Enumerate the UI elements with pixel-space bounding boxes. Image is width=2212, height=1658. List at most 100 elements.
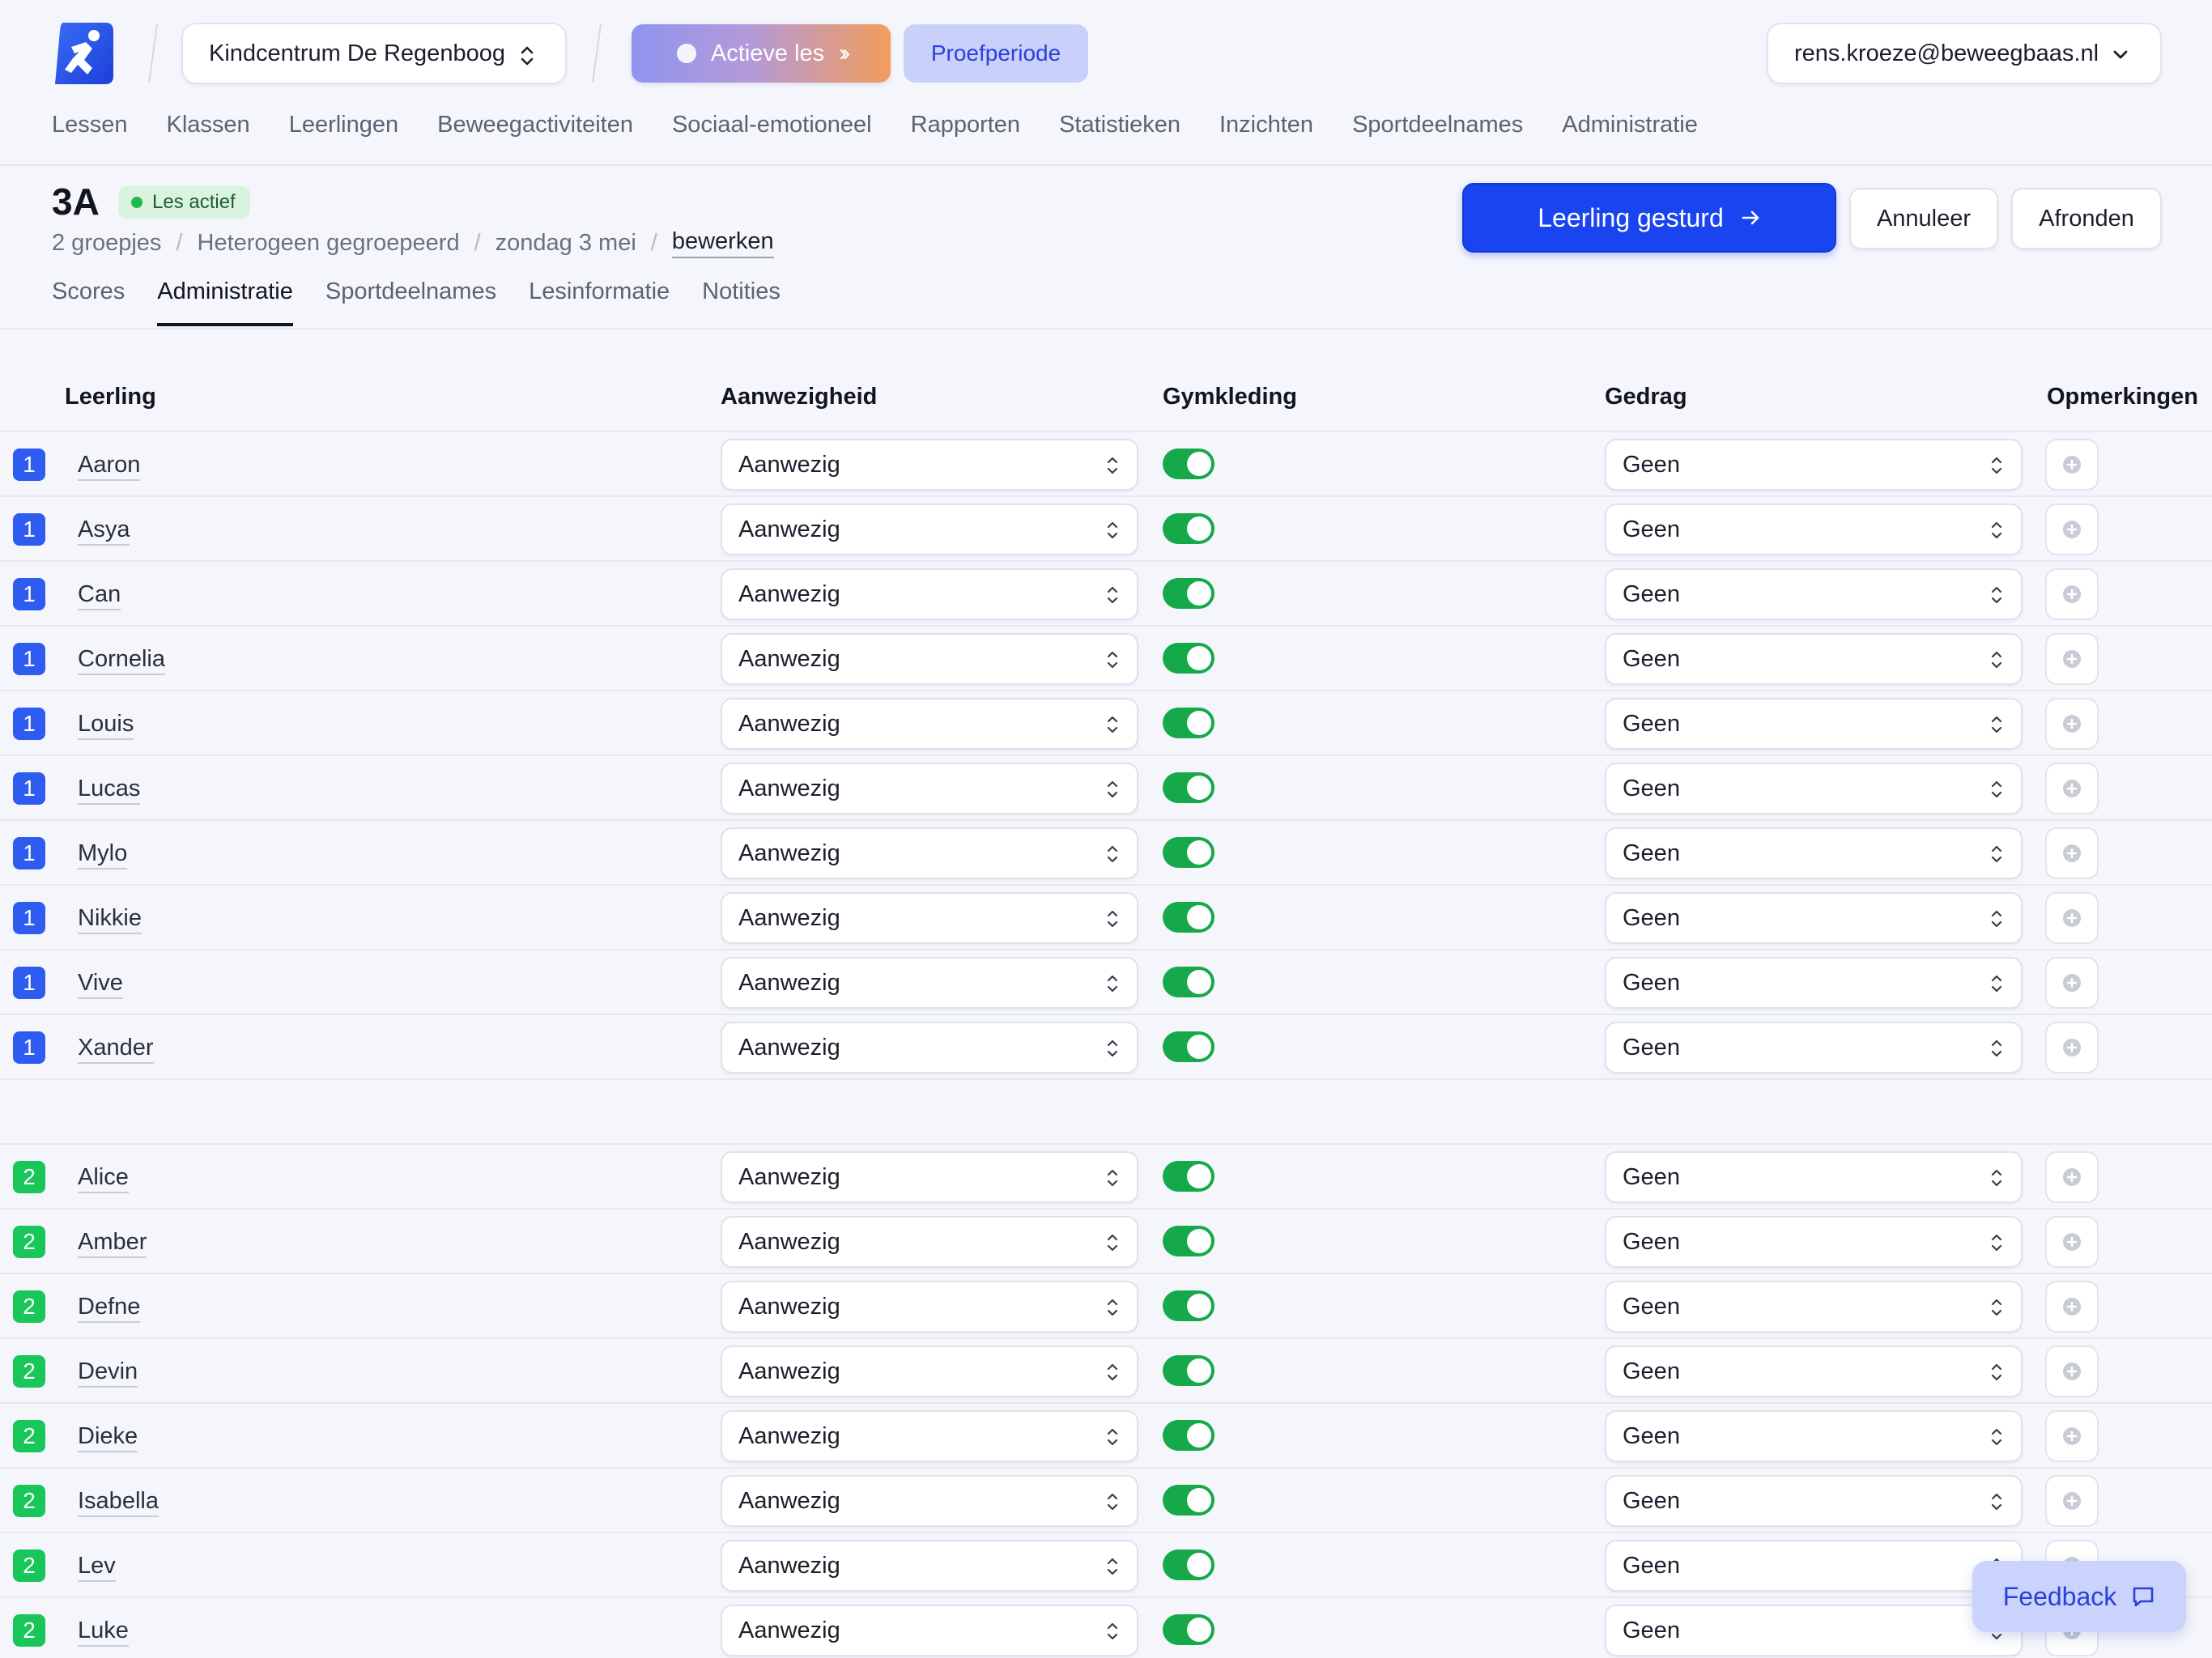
behaviour-select[interactable]: Geen [1605,1540,2023,1592]
behaviour-select[interactable]: Geen [1605,1410,2023,1462]
gym-clothes-toggle[interactable] [1163,578,1214,609]
gym-clothes-toggle[interactable] [1163,513,1214,544]
app-logo[interactable] [52,19,117,87]
edit-link[interactable]: bewerken [671,228,774,258]
attendance-select[interactable]: Aanwezig [721,1410,1138,1462]
add-remark-button[interactable] [2045,568,2099,620]
tab-administratie[interactable]: Administratie [157,278,293,326]
behaviour-select[interactable]: Geen [1605,1216,2023,1268]
behaviour-select[interactable]: Geen [1605,1475,2023,1527]
behaviour-select[interactable]: Geen [1605,827,2023,879]
nav-lessen[interactable]: Lessen [52,112,128,152]
student-name[interactable]: Louis [78,709,134,740]
gym-clothes-toggle[interactable] [1163,1161,1214,1192]
behaviour-select[interactable]: Geen [1605,1346,2023,1397]
student-name[interactable]: Aaron [78,450,141,481]
feedback-button[interactable]: Feedback [1972,1561,2186,1632]
attendance-select[interactable]: Aanwezig [721,763,1138,814]
attendance-select[interactable]: Aanwezig [721,698,1138,750]
nav-sportdeelnames[interactable]: Sportdeelnames [1352,112,1523,152]
add-remark-button[interactable] [2045,1022,2099,1073]
finish-button[interactable]: Afronden [2011,188,2162,249]
add-remark-button[interactable] [2045,1475,2099,1527]
nav-klassen[interactable]: Klassen [167,112,250,152]
student-name[interactable]: Dieke [78,1422,138,1452]
attendance-select[interactable]: Aanwezig [721,1605,1138,1656]
add-remark-button[interactable] [2045,892,2099,944]
attendance-select[interactable]: Aanwezig [721,1540,1138,1592]
student-name[interactable]: Devin [78,1357,138,1388]
student-name[interactable]: Xander [78,1033,154,1064]
behaviour-select[interactable]: Geen [1605,892,2023,944]
add-remark-button[interactable] [2045,504,2099,555]
user-menu[interactable]: rens.kroeze@beweegbaas.nl [1767,23,2162,84]
student-name[interactable]: Amber [78,1227,147,1258]
student-sent-button[interactable]: Leerling gesturd [1462,183,1836,253]
behaviour-select[interactable]: Geen [1605,568,2023,620]
behaviour-select[interactable]: Geen [1605,1151,2023,1203]
add-remark-button[interactable] [2045,763,2099,814]
trial-period-button[interactable]: Proefperiode [904,24,1088,83]
gym-clothes-toggle[interactable] [1163,1290,1214,1321]
attendance-select[interactable]: Aanwezig [721,504,1138,555]
tab-notities[interactable]: Notities [702,278,781,326]
attendance-select[interactable]: Aanwezig [721,1216,1138,1268]
gym-clothes-toggle[interactable] [1163,1485,1214,1516]
attendance-select[interactable]: Aanwezig [721,568,1138,620]
student-name[interactable]: Mylo [78,839,128,869]
student-name[interactable]: Asya [78,515,130,546]
tab-lesinformatie[interactable]: Lesinformatie [529,278,670,326]
gym-clothes-toggle[interactable] [1163,643,1214,674]
gym-clothes-toggle[interactable] [1163,449,1214,479]
add-remark-button[interactable] [2045,1346,2099,1397]
behaviour-select[interactable]: Geen [1605,957,2023,1009]
nav-administratie[interactable]: Administratie [1562,112,1698,152]
cancel-button[interactable]: Annuleer [1849,188,1998,249]
behaviour-select[interactable]: Geen [1605,504,2023,555]
nav-inzichten[interactable]: Inzichten [1219,112,1313,152]
tab-scores[interactable]: Scores [52,278,125,326]
student-name[interactable]: Luke [78,1616,129,1647]
behaviour-select[interactable]: Geen [1605,439,2023,491]
behaviour-select[interactable]: Geen [1605,1022,2023,1073]
student-name[interactable]: Lucas [78,774,141,805]
gym-clothes-toggle[interactable] [1163,1355,1214,1386]
active-lesson-button[interactable]: Actieve les ›› [632,24,891,83]
add-remark-button[interactable] [2045,827,2099,879]
attendance-select[interactable]: Aanwezig [721,827,1138,879]
gym-clothes-toggle[interactable] [1163,1031,1214,1062]
nav-beweegactiviteiten[interactable]: Beweegactiviteiten [437,112,633,152]
gym-clothes-toggle[interactable] [1163,1226,1214,1256]
student-name[interactable]: Alice [78,1163,129,1193]
behaviour-select[interactable]: Geen [1605,633,2023,685]
student-name[interactable]: Lev [78,1551,116,1582]
behaviour-select[interactable]: Geen [1605,698,2023,750]
add-remark-button[interactable] [2045,1216,2099,1268]
student-name[interactable]: Vive [78,968,123,999]
gym-clothes-toggle[interactable] [1163,1614,1214,1645]
attendance-select[interactable]: Aanwezig [721,1151,1138,1203]
nav-sociaal-emotioneel[interactable]: Sociaal-emotioneel [672,112,872,152]
attendance-select[interactable]: Aanwezig [721,1281,1138,1333]
add-remark-button[interactable] [2045,1281,2099,1333]
gym-clothes-toggle[interactable] [1163,1550,1214,1580]
attendance-select[interactable]: Aanwezig [721,1346,1138,1397]
gym-clothes-toggle[interactable] [1163,837,1214,868]
student-name[interactable]: Isabella [78,1486,159,1517]
attendance-select[interactable]: Aanwezig [721,1475,1138,1527]
behaviour-select[interactable]: Geen [1605,1605,2023,1656]
attendance-select[interactable]: Aanwezig [721,633,1138,685]
gym-clothes-toggle[interactable] [1163,772,1214,803]
gym-clothes-toggle[interactable] [1163,902,1214,933]
nav-statistieken[interactable]: Statistieken [1059,112,1180,152]
nav-rapporten[interactable]: Rapporten [911,112,1020,152]
add-remark-button[interactable] [2045,1410,2099,1462]
attendance-select[interactable]: Aanwezig [721,1022,1138,1073]
gym-clothes-toggle[interactable] [1163,967,1214,997]
school-select[interactable]: Kindcentrum De Regenboog [181,23,567,84]
tab-sportdeelnames[interactable]: Sportdeelnames [325,278,496,326]
attendance-select[interactable]: Aanwezig [721,439,1138,491]
nav-leerlingen[interactable]: Leerlingen [289,112,398,152]
student-name[interactable]: Defne [78,1292,141,1323]
student-name[interactable]: Cornelia [78,644,165,675]
